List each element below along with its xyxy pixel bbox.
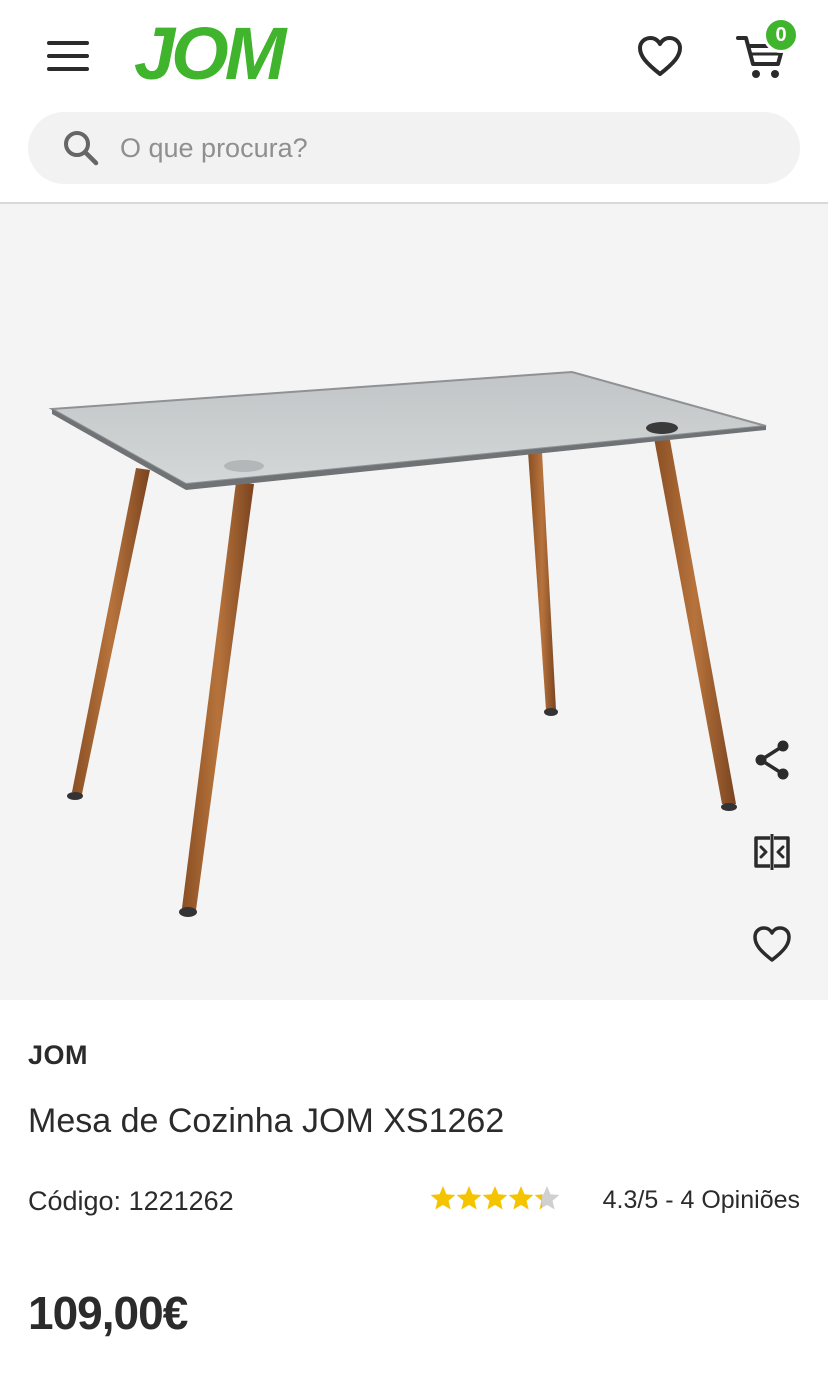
product-price: 109,00€ [28, 1287, 188, 1339]
compare-icon [754, 834, 790, 870]
star-icon [456, 1186, 482, 1210]
menu-button[interactable] [44, 36, 92, 76]
top-header: JOM 0 [0, 0, 828, 112]
product-image-gallery[interactable] [0, 204, 828, 1000]
heart-icon [638, 36, 682, 76]
star-icon [430, 1186, 456, 1210]
menu-icon-bar [47, 41, 89, 45]
share-icon [755, 740, 789, 780]
product-image [48, 370, 767, 917]
search-bar[interactable] [28, 112, 800, 184]
compare-button[interactable] [748, 828, 796, 876]
star-icon [534, 1186, 560, 1210]
heart-icon [753, 926, 791, 962]
wishlist-button[interactable] [636, 34, 684, 78]
menu-icon-bar [47, 54, 89, 58]
star-rating [430, 1186, 560, 1210]
jom-logo[interactable]: JOM [134, 16, 286, 92]
search-input[interactable] [120, 112, 780, 184]
product-code: Código: 1221262 [28, 1186, 234, 1216]
star-icon [482, 1186, 508, 1210]
search-icon [64, 131, 99, 166]
share-button[interactable] [748, 736, 796, 784]
star-icon [508, 1186, 534, 1210]
menu-icon-bar [47, 67, 89, 71]
product-rating[interactable]: 4.3/5 - 4 Opiniões [430, 1182, 800, 1222]
product-title: Mesa de Cozinha JOM XS1262 [28, 1102, 505, 1140]
cart-count-badge: 0 [763, 17, 799, 53]
rating-summary: 4.3/5 - 4 Opiniões [602, 1186, 800, 1214]
add-to-favorites-button[interactable] [748, 920, 796, 968]
product-brand[interactable]: JOM [28, 1040, 88, 1071]
